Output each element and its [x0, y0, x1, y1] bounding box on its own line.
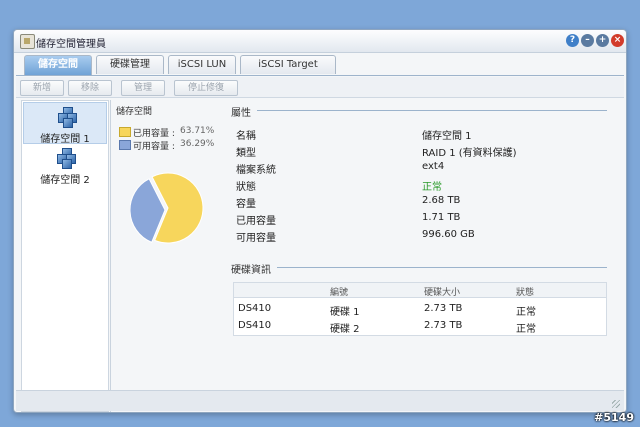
cell-disk: 硬碟 1	[330, 307, 360, 318]
tab-divider	[16, 75, 624, 76]
header-id: 編號	[330, 288, 349, 298]
panel-divider	[110, 100, 111, 412]
minimize-icon[interactable]: –	[581, 34, 594, 47]
property-key: 檔案系統	[236, 165, 276, 176]
disk-table-header: 編號 硬碟大小 狀態	[234, 283, 606, 298]
property-key: 狀態	[236, 182, 256, 193]
property-key: 容量	[236, 199, 256, 210]
free-legend-swatch	[119, 140, 131, 150]
property-key: 已用容量	[236, 216, 276, 227]
free-legend-pct: 36.29%	[180, 139, 215, 149]
volume-icon	[56, 148, 76, 169]
disk-info-title: 硬碟資訊	[231, 265, 271, 276]
volume-icon	[57, 107, 77, 128]
usage-pie-chart	[130, 172, 204, 244]
cell-disk: 硬碟 2	[330, 324, 360, 335]
property-value: 996.60 GB	[422, 229, 475, 240]
cell-size: 2.73 TB	[424, 303, 463, 314]
resize-grip-icon[interactable]	[612, 400, 620, 408]
property-key: 名稱	[236, 131, 256, 142]
volume-label: 儲存空間 1	[40, 134, 90, 145]
toolbar: 新增 移除 管理 停止修復	[16, 77, 624, 98]
watermark-id: #5149	[594, 411, 634, 424]
property-value: RAID 1 (有資料保護)	[422, 148, 517, 159]
header-status: 狀態	[516, 288, 535, 298]
property-key: 類型	[236, 148, 256, 159]
cell-status: 正常	[516, 324, 536, 335]
used-legend-pct: 63.71%	[180, 126, 215, 136]
status-bar	[16, 390, 624, 411]
volume-list: 儲存空間 1 儲存空間 2	[21, 100, 109, 412]
property-value: 2.68 TB	[422, 195, 461, 206]
tab-iscsi-lun[interactable]: iSCSI LUN	[168, 55, 236, 74]
tab-storage[interactable]: 儲存空間	[24, 55, 92, 75]
volume-item-2[interactable]: 儲存空間 2	[23, 144, 107, 186]
storage-manager-window: 儲存空間管理員 ? – + × 儲存空間 硬碟管理 iSCSI LUN iSCS…	[13, 29, 627, 413]
property-value: ext4	[422, 161, 445, 172]
cell-status: 正常	[516, 307, 536, 318]
cell-size: 2.73 TB	[424, 320, 463, 331]
manage-button[interactable]: 管理	[121, 80, 165, 96]
disk-table: 編號 硬碟大小 狀態 DS410 硬碟 1 2.73 TB 正常 DS410 硬…	[233, 282, 607, 336]
used-legend-label: 已用容量 :	[133, 129, 175, 139]
volume-label: 儲存空間 2	[40, 175, 90, 186]
header-size: 硬碟大小	[424, 288, 461, 298]
window-title: 儲存空間管理員	[36, 39, 106, 50]
property-value: 1.71 TB	[422, 212, 461, 223]
used-legend-swatch	[119, 127, 131, 137]
property-value: 儲存空間 1	[422, 131, 472, 142]
free-legend-label: 可用容量 :	[133, 142, 175, 152]
property-key: 可用容量	[236, 233, 276, 244]
cell-model: DS410	[238, 320, 272, 331]
title-bar[interactable]: 儲存空間管理員 ? – + ×	[14, 30, 626, 53]
properties-title: 屬性	[231, 108, 251, 119]
create-button[interactable]: 新增	[20, 80, 64, 96]
remove-button[interactable]: 移除	[68, 80, 112, 96]
property-value: 正常	[422, 182, 442, 193]
properties-rule	[257, 110, 607, 111]
maximize-icon[interactable]: +	[596, 34, 609, 47]
volume-item-1[interactable]: 儲存空間 1	[23, 102, 107, 145]
app-icon	[20, 34, 35, 49]
close-icon[interactable]: ×	[611, 34, 624, 47]
disk-info-rule	[277, 267, 607, 268]
tab-hdd[interactable]: 硬碟管理	[96, 55, 164, 74]
tab-iscsi-target[interactable]: iSCSI Target	[240, 55, 336, 74]
help-icon[interactable]: ?	[566, 34, 579, 47]
stop-repair-button[interactable]: 停止修復	[174, 80, 238, 96]
usage-title: 儲存空間	[116, 107, 153, 117]
cell-model: DS410	[238, 303, 272, 314]
